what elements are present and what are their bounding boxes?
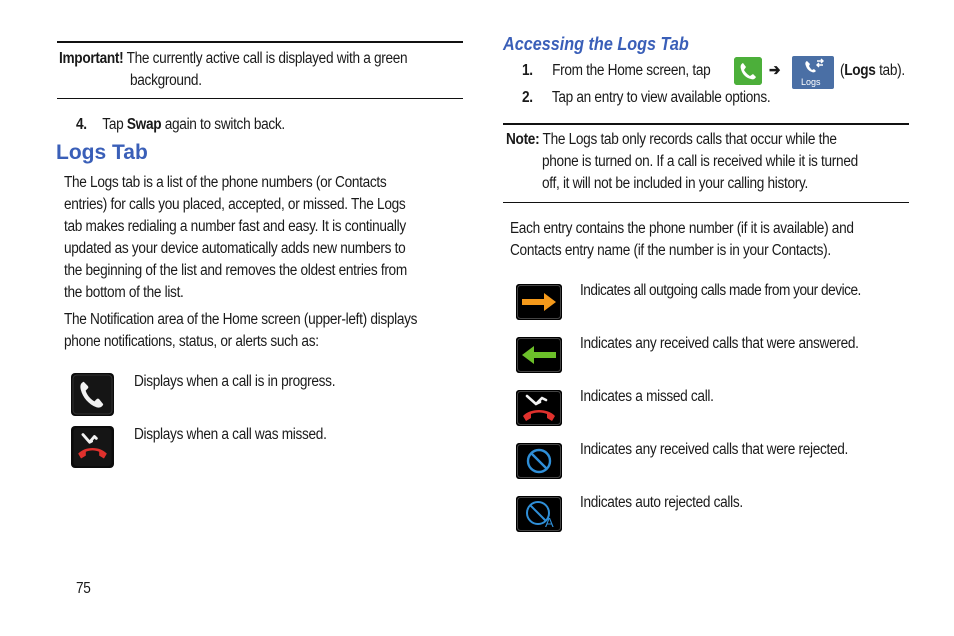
step-2-text: Tap an entry to view available options. xyxy=(551,89,771,106)
step-1-tail: (Logs tab). xyxy=(840,60,905,82)
note: Note: The Logs tab only records calls th… xyxy=(506,129,837,151)
step-2: 2. Tap an entry to view available option… xyxy=(522,87,771,109)
logs-keyword: Logs xyxy=(844,62,876,79)
important-line2: background. xyxy=(130,72,202,89)
step-1-post: tab). xyxy=(875,62,905,79)
note-line2: phone is turned on. If a call is receive… xyxy=(542,153,858,170)
step-4-number: 4. xyxy=(76,116,87,133)
notification-text: Displays when a call is in progress. xyxy=(134,373,336,390)
call-type-text: Indicates any received calls that were a… xyxy=(580,335,859,352)
missed-call-icon xyxy=(71,426,114,468)
note-line3: off, it will not be included in your cal… xyxy=(542,175,808,192)
step-2-number: 2. xyxy=(522,89,533,106)
call-in-progress-icon xyxy=(71,373,114,416)
important-label: Important! xyxy=(59,50,124,67)
logs-tab-icon: Logs xyxy=(792,56,834,89)
note-line1: The Logs tab only records calls that occ… xyxy=(542,131,837,148)
logs-tab-heading: Logs Tab xyxy=(56,141,148,164)
logs-tab-icon-label: Logs xyxy=(801,77,821,87)
call-type-text: Indicates all outgoing calls made from y… xyxy=(580,282,861,299)
step-1-number: 1. xyxy=(522,62,533,79)
step-4: 4. Tap Swap again to switch back. xyxy=(76,114,285,136)
important-note: Important! The currently active call is … xyxy=(59,48,408,70)
call-type-text: Indicates a missed call. xyxy=(580,388,714,405)
step-1-text: From the Home screen, tap xyxy=(552,62,711,79)
arrow-glyph: ➔ xyxy=(769,62,781,79)
call-type-text: Indicates any received calls that were r… xyxy=(580,441,849,458)
paragraph-line: tab makes redialing a number fast and ea… xyxy=(64,218,406,235)
important-top-rule xyxy=(57,41,463,43)
received-call-icon xyxy=(516,337,562,373)
rejected-call-icon xyxy=(516,443,562,479)
notification-paragraph: The Notification area of the Home screen… xyxy=(64,309,465,353)
outgoing-call-icon xyxy=(516,284,562,320)
svg-text:A: A xyxy=(545,515,554,530)
accessing-logs-heading: Accessing the Logs Tab xyxy=(503,34,689,54)
step-4-pre: Tap xyxy=(102,116,127,133)
paragraph-line: updated as your device automatically add… xyxy=(64,240,406,257)
notification-text: Displays when a call was missed. xyxy=(134,426,327,443)
paragraph-line: Each entry contains the phone number (if… xyxy=(510,220,854,237)
paragraph-line: The Logs tab is a list of the phone numb… xyxy=(64,174,387,191)
note-top-rule xyxy=(503,123,909,125)
call-type-text: Indicates auto rejected calls. xyxy=(580,494,743,511)
step-1: 1. From the Home screen, tap xyxy=(522,60,711,82)
note-bottom-rule xyxy=(503,202,909,203)
important-bottom-rule xyxy=(57,98,463,99)
paragraph-line: phone notifications, status, or alerts s… xyxy=(64,333,319,350)
auto-rejected-call-icon: A xyxy=(516,496,562,532)
phone-app-icon xyxy=(734,57,762,85)
page-number: 75 xyxy=(76,580,91,597)
paragraph-line: the beginning of the list and removes th… xyxy=(64,262,407,279)
paragraph-line: The Notification area of the Home screen… xyxy=(64,311,418,328)
paragraph-line: Contacts entry name (if the number is in… xyxy=(510,242,831,259)
entry-paragraph: Each entry contains the phone number (if… xyxy=(510,218,901,262)
swap-keyword: Swap xyxy=(126,116,162,133)
step-4-post: again to switch back. xyxy=(161,116,285,133)
missed-call-type-icon xyxy=(516,390,562,426)
important-line1: The currently active call is displayed w… xyxy=(126,50,408,67)
paragraph-line: the bottom of the list. xyxy=(64,284,184,301)
note-label: Note: xyxy=(506,131,540,148)
paragraph-line: entries) for calls you placed, accepted,… xyxy=(64,196,406,213)
logs-tab-paragraph: The Logs tab is a list of the phone numb… xyxy=(64,172,454,304)
